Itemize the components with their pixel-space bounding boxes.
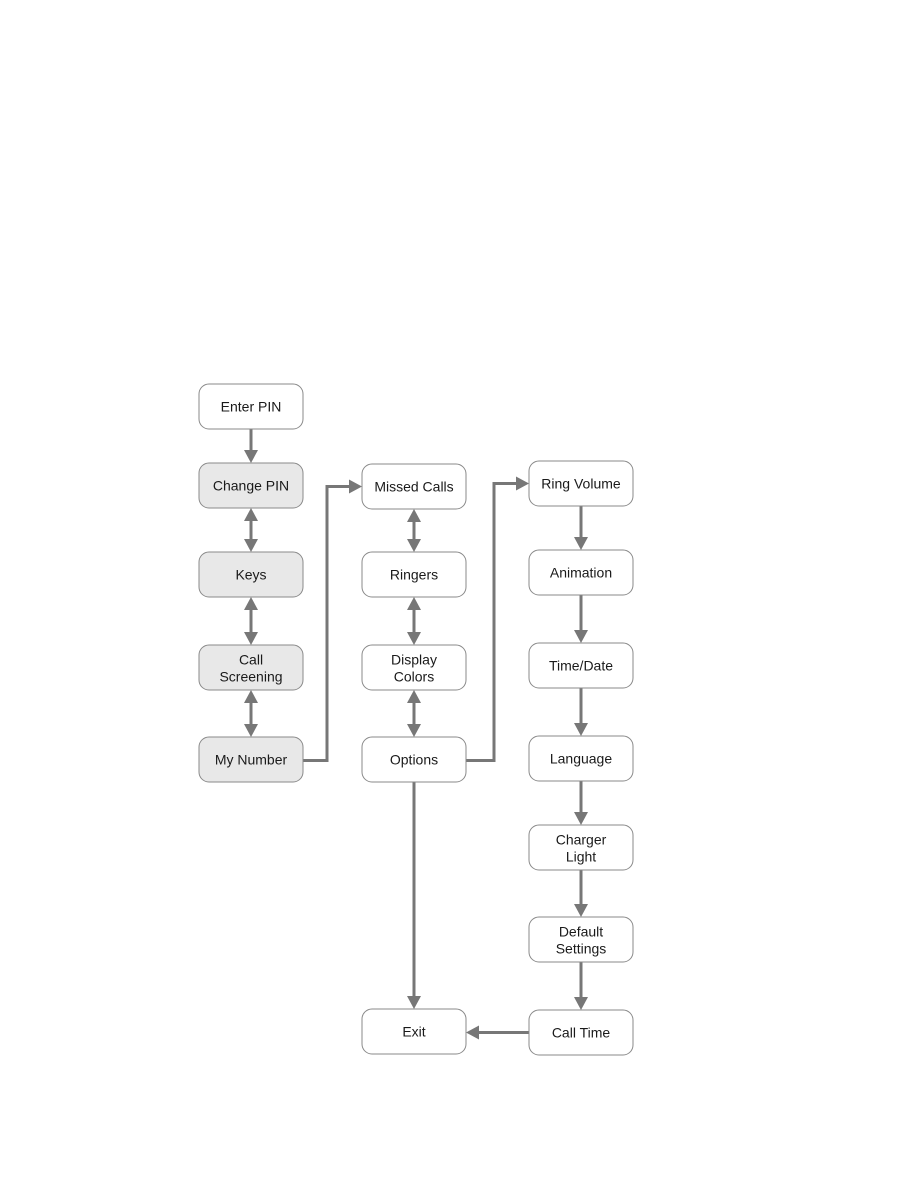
node-label: My Number — [215, 752, 288, 768]
node-label-line: Language — [550, 751, 613, 767]
arrowhead-icon — [574, 537, 588, 550]
node-label-line: Time/Date — [549, 658, 613, 674]
node-label: Time/Date — [549, 658, 613, 674]
arrowhead-icon — [574, 997, 588, 1010]
node-display-colors: Display Colors — [361, 644, 467, 691]
arrowhead-icon — [407, 597, 421, 610]
arrowhead-icon — [574, 630, 588, 643]
node-label-line: Call — [239, 652, 263, 668]
arrowhead-icon — [349, 479, 362, 494]
arrowhead-icon — [407, 690, 421, 703]
arrowhead-icon — [407, 632, 421, 645]
node-enter-pin: Enter PIN — [198, 383, 304, 430]
node-default-settings: Default Settings — [528, 916, 634, 963]
node-options: Options — [361, 736, 467, 783]
node-change-pin: Change PIN — [198, 462, 304, 509]
node-label-line: Animation — [550, 565, 612, 581]
node-label: Options — [390, 752, 438, 768]
arrowhead-icon — [516, 476, 529, 491]
node-label: Missed Calls — [374, 479, 453, 495]
node-label-line: Light — [566, 849, 596, 865]
node-label-line: Settings — [556, 941, 607, 957]
node-missed-calls: Missed Calls — [361, 463, 467, 510]
arrowhead-icon — [244, 450, 258, 463]
node-label-line: Display — [391, 652, 437, 668]
node-label-line: Change PIN — [213, 478, 289, 494]
node-label: Keys — [235, 567, 266, 583]
node-my-number: My Number — [198, 736, 304, 783]
arrowhead-icon — [574, 723, 588, 736]
arrowhead-icon — [244, 539, 258, 552]
node-call-time: Call Time — [528, 1009, 634, 1056]
node-label-line: Charger — [556, 832, 607, 848]
node-label-line: Missed Calls — [374, 479, 453, 495]
node-charger-light: Charger Light — [528, 824, 634, 871]
node-label: Default Settings — [556, 924, 607, 957]
node-label: Animation — [550, 565, 612, 581]
node-label-line: Default — [559, 924, 603, 940]
node-label: Language — [550, 751, 613, 767]
arrowhead-icon — [407, 996, 421, 1009]
node-label-line: Call Time — [552, 1025, 611, 1041]
arrowhead-icon — [574, 904, 588, 917]
arrowhead-icon — [244, 632, 258, 645]
node-keys: Keys — [198, 551, 304, 598]
arrowhead-icon — [574, 812, 588, 825]
node-time-date: Time/Date — [528, 642, 634, 689]
edge-my_number-to-missed_calls — [303, 485, 352, 762]
node-label: Exit — [402, 1024, 425, 1040]
node-language: Language — [528, 735, 634, 782]
node-label-line: Exit — [402, 1024, 425, 1040]
arrowhead-icon — [407, 724, 421, 737]
node-label-line: Ringers — [390, 567, 438, 583]
node-label: Display Colors — [391, 652, 437, 685]
arrowhead-icon — [244, 690, 258, 703]
node-label-line: Enter PIN — [221, 399, 282, 415]
arrowhead-icon — [407, 509, 421, 522]
node-animation: Animation — [528, 549, 634, 596]
node-ring-volume: Ring Volume — [528, 460, 634, 507]
menu-flow-diagram: Enter PIN Change PIN Keys Call Screening My N… — [198, 383, 634, 1056]
node-label: Ring Volume — [541, 476, 621, 492]
node-ringers: Ringers — [361, 551, 467, 598]
node-label-line: Keys — [235, 567, 266, 583]
node-label-line: Options — [390, 752, 438, 768]
node-label-line: Colors — [394, 669, 434, 685]
node-label-line: Ring Volume — [541, 476, 621, 492]
arrowhead-icon — [244, 597, 258, 610]
node-label-line: Screening — [219, 669, 282, 685]
node-label: Enter PIN — [221, 399, 282, 415]
arrowhead-icon — [244, 724, 258, 737]
arrowhead-icon — [407, 539, 421, 552]
node-label: Call Time — [552, 1025, 611, 1041]
arrowhead-icon — [244, 508, 258, 521]
node-exit: Exit — [361, 1008, 467, 1055]
edge-options-to-ring_volume — [466, 482, 519, 762]
node-label: Ringers — [390, 567, 438, 583]
arrowhead-icon — [466, 1025, 479, 1040]
node-call-screening: Call Screening — [198, 644, 304, 691]
node-label: Change PIN — [213, 478, 289, 494]
node-label-line: My Number — [215, 752, 288, 768]
